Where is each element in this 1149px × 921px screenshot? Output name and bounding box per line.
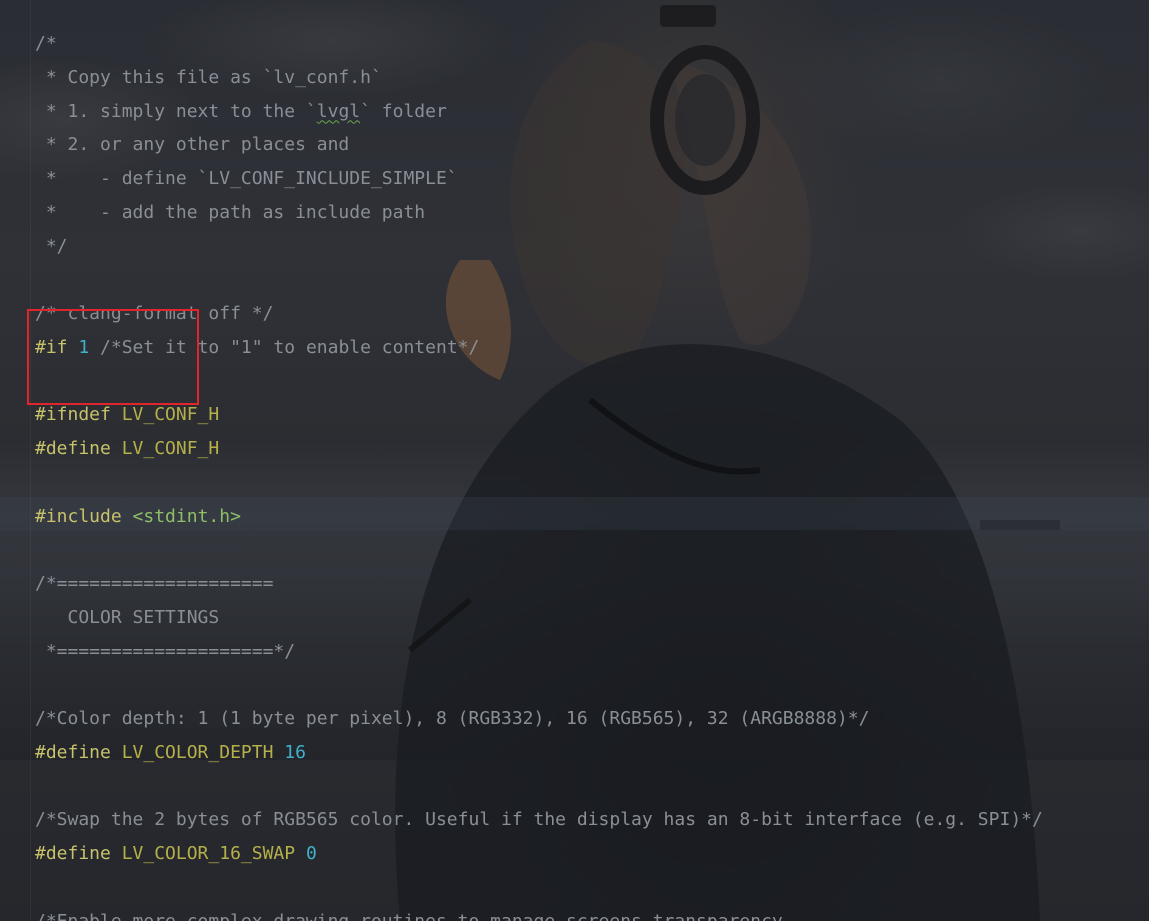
code-line[interactable]: * Copy this file as `lv_conf.h`: [35, 61, 1043, 95]
code-token: * 1. simply next to the `: [35, 100, 317, 122]
code-token: *====================*/: [35, 640, 296, 662]
code-line[interactable]: /*: [35, 27, 1043, 61]
code-token: #define: [35, 843, 111, 864]
code-line[interactable]: */: [35, 230, 1043, 264]
code-line[interactable]: [35, 466, 1043, 500]
code-line[interactable]: /*====================: [35, 567, 1043, 601]
code-token: #define: [35, 438, 111, 459]
code-line[interactable]: /*Enable more complex drawing routines t…: [35, 905, 1043, 921]
code-token: COLOR SETTINGS: [35, 606, 220, 628]
code-token: LV_COLOR_DEPTH: [121, 741, 274, 763]
code-line[interactable]: * 1. simply next to the `lvgl` folder: [35, 95, 1043, 129]
selection-highlight-box: [27, 309, 199, 405]
code-token: #ifndef: [35, 404, 111, 426]
code-line[interactable]: [35, 668, 1043, 702]
code-token: * 2. or any other places and: [35, 134, 350, 156]
code-token: 16: [284, 741, 306, 763]
code-line[interactable]: #include <stdint.h>: [35, 500, 1043, 534]
code-line[interactable]: COLOR SETTINGS: [35, 601, 1043, 635]
code-line[interactable]: #define LV_CONF_H: [35, 432, 1043, 466]
code-token: * - define `LV_CONF_INCLUDE_SIMPLE`: [35, 168, 458, 189]
code-token: * Copy this file as `lv_conf.h`: [35, 66, 382, 88]
code-token: * - add the path as include path: [35, 201, 426, 223]
code-token: #include: [35, 505, 122, 527]
code-line[interactable]: *====================*/: [35, 635, 1043, 669]
code-token: 0: [305, 843, 317, 864]
code-token: lvgl: [316, 100, 361, 122]
code-line[interactable]: #define LV_COLOR_16_SWAP 0: [35, 837, 1043, 871]
code-line[interactable]: /*Color depth: 1 (1 byte per pixel), 8 (…: [35, 702, 1043, 736]
code-content[interactable]: /* * Copy this file as `lv_conf.h` * 1. …: [35, 27, 1043, 921]
code-line[interactable]: [35, 770, 1043, 804]
code-editor[interactable]: /* * Copy this file as `lv_conf.h` * 1. …: [0, 0, 1149, 921]
code-token: #define: [35, 741, 111, 763]
indent-guide: [30, 0, 31, 921]
code-token: /*Enable more complex drawing routines t…: [35, 910, 794, 921]
code-token: LV_CONF_H: [121, 404, 220, 426]
code-token: <stdint.h>: [132, 505, 241, 527]
code-token: LV_COLOR_16_SWAP: [121, 843, 296, 864]
code-token: /*====================: [35, 573, 274, 594]
code-token: /*Color depth: 1 (1 byte per pixel), 8 (…: [35, 708, 870, 729]
code-token: ` folder: [360, 100, 447, 122]
code-token: /*Swap the 2 bytes of RGB565 color. Usef…: [35, 809, 1043, 831]
code-line[interactable]: #define LV_COLOR_DEPTH 16: [35, 736, 1043, 770]
code-line[interactable]: * 2. or any other places and: [35, 128, 1043, 162]
code-token: /*: [35, 33, 57, 54]
code-token: LV_CONF_H: [121, 438, 220, 459]
code-token: */: [35, 235, 68, 257]
code-line[interactable]: * - add the path as include path: [35, 196, 1043, 230]
code-line[interactable]: [35, 871, 1043, 905]
code-line[interactable]: /*Swap the 2 bytes of RGB565 color. Usef…: [35, 803, 1043, 837]
code-line[interactable]: [35, 263, 1043, 297]
code-line[interactable]: * - define `LV_CONF_INCLUDE_SIMPLE`: [35, 162, 1043, 196]
code-line[interactable]: [35, 533, 1043, 567]
